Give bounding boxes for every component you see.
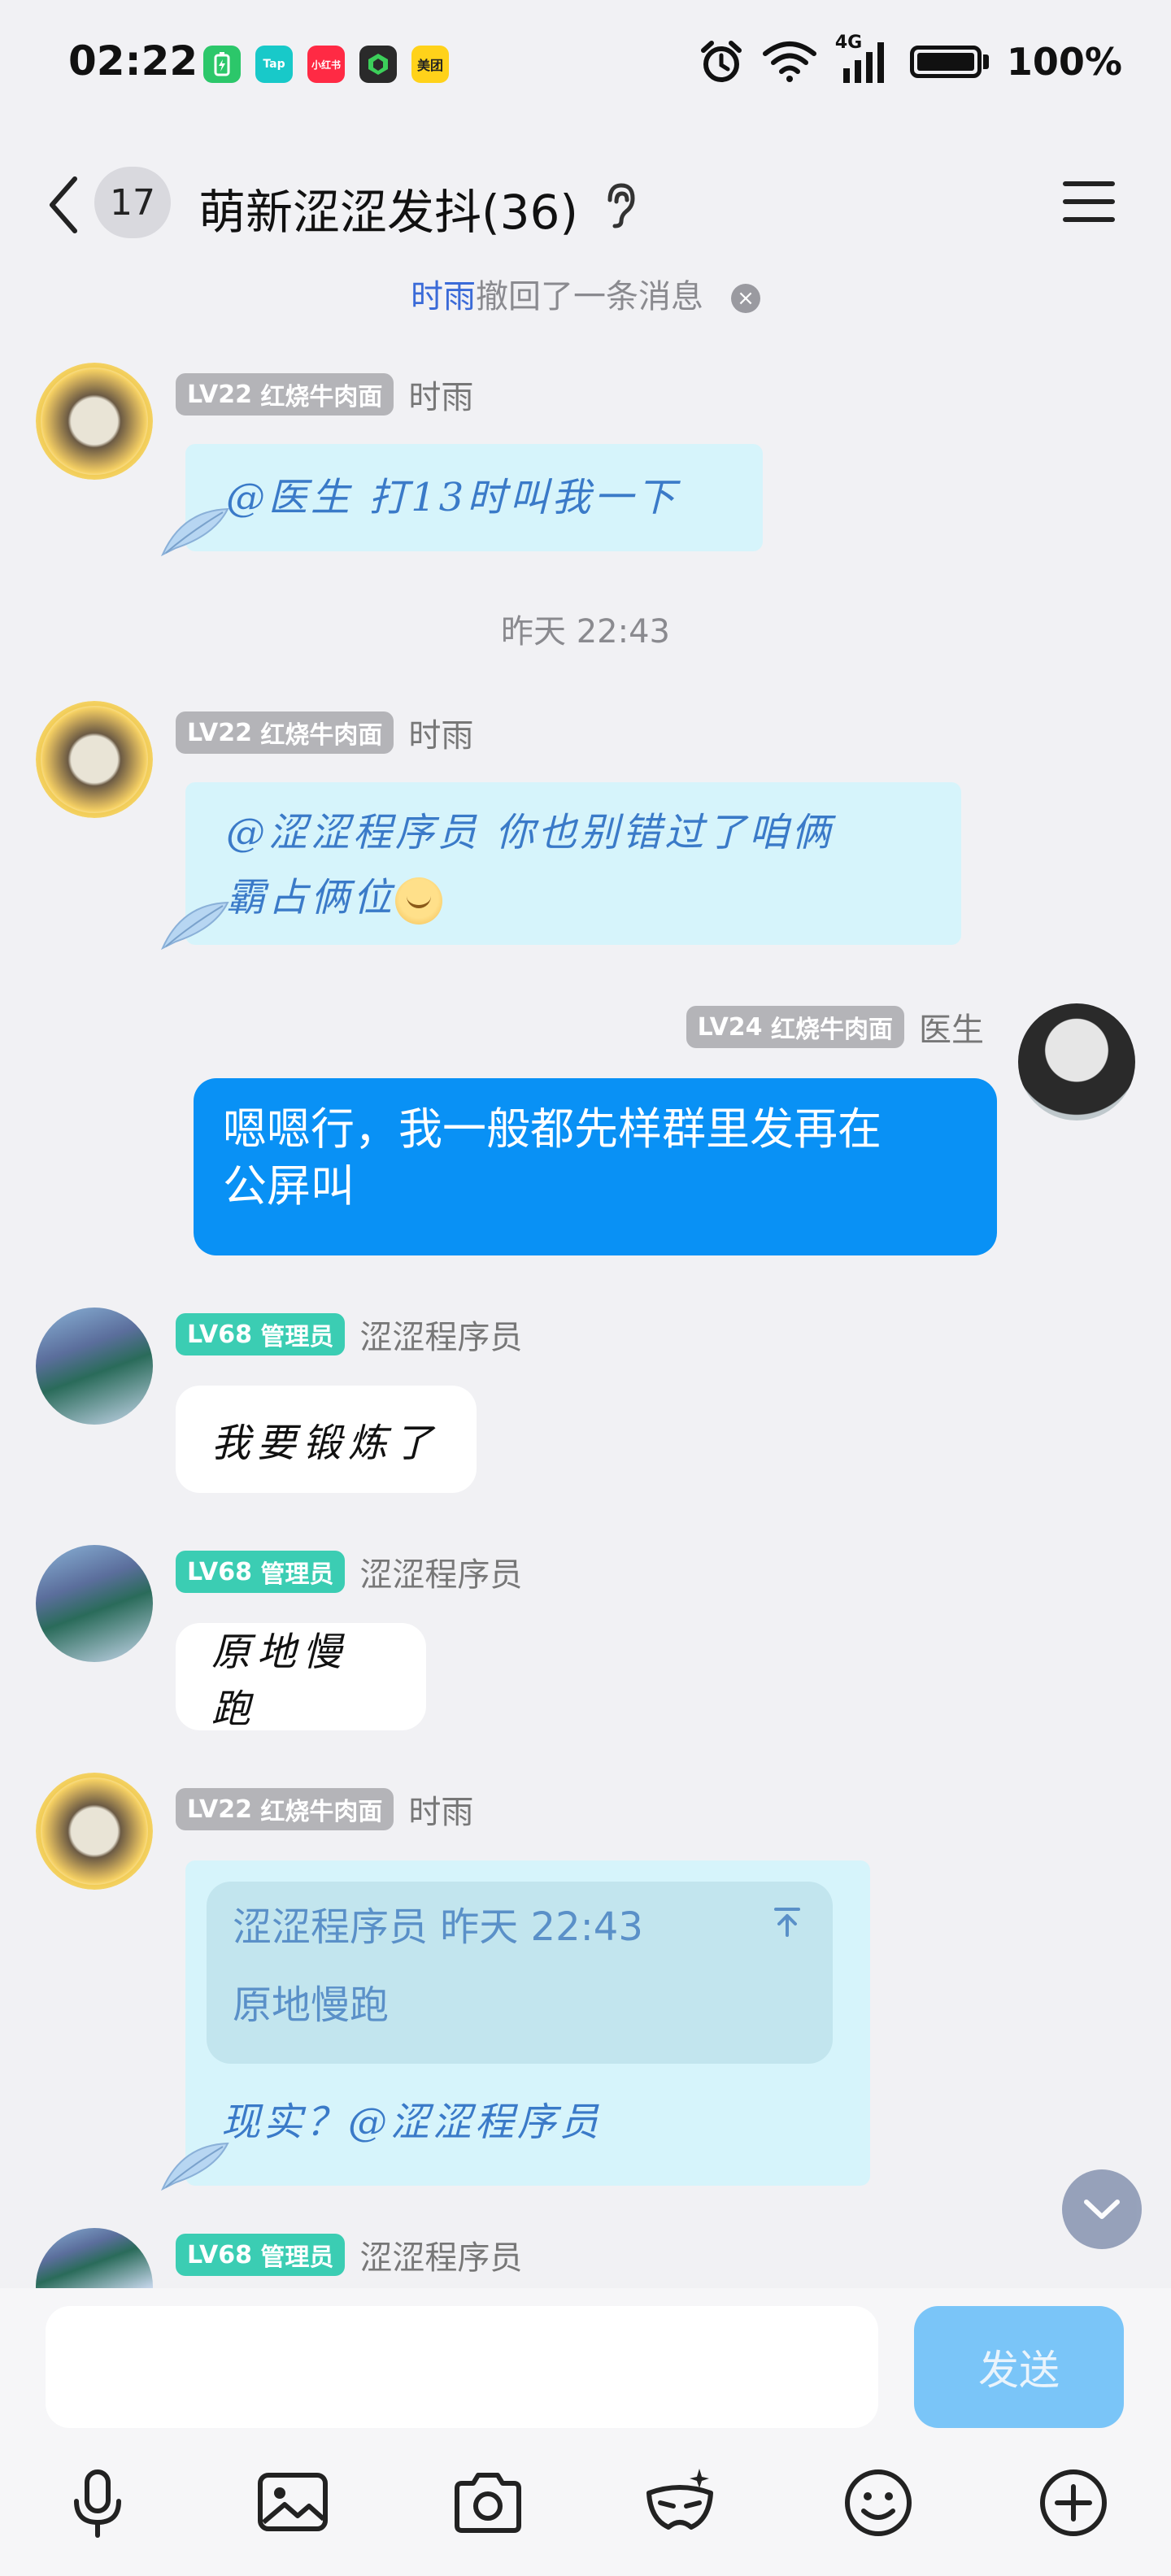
avatar[interactable] [36,363,153,480]
microphone-icon [74,2469,121,2538]
taptap-app-icon: Tap [255,46,293,83]
signal-icon [842,42,884,83]
sender-name[interactable]: 时雨 [408,709,473,756]
recall-text: 撤回了一条消息 [476,278,703,315]
smile-emoji-icon [395,877,443,925]
group-title[interactable]: 萌新涩涩发抖(36) [198,174,578,242]
avatar[interactable] [36,2228,153,2288]
avatar[interactable] [36,701,153,818]
voice-button[interactable] [59,2464,137,2542]
message-text-line: 嗯嗯行，我一般都先样群里发再在 [223,1103,882,1155]
ear-icon[interactable] [599,181,639,229]
close-icon[interactable]: × [731,284,760,313]
timestamp: 昨天 22:43 [501,613,670,651]
quote-text: 原地慢跑 [233,1982,390,2028]
sender-name[interactable]: 涩涩程序员 [359,1548,522,1595]
jump-up-icon[interactable] [771,1906,803,1939]
image-button[interactable] [254,2464,332,2542]
message-input[interactable] [46,2306,878,2428]
message-bubble[interactable]: @涩涩程序员 你也别错过了咱俩 霸占俩位 [160,782,961,951]
plus-circle-icon [1040,2469,1107,2536]
sender-name[interactable]: 医生 [919,1003,984,1051]
message-bubble[interactable]: 原地慢跑 [176,1623,426,1732]
meituan-app-icon: 美团 [411,46,449,83]
level-badge: LV68 管理员 [176,2234,346,2276]
back-icon[interactable] [42,172,88,237]
level-badge: LV68 管理员 [176,1551,346,1593]
battery-cap [982,54,989,69]
status-time: 02:22 [68,37,198,85]
chevron-down-icon [1084,2200,1120,2219]
quote-header: 涩涩程序员 昨天 22:43 [233,1904,643,1950]
message-text-line-2: 公屏叫 [223,1160,355,1212]
message-bubble[interactable]: 嗯嗯行，我一般都先样群里发再在 公屏叫 [194,1078,997,1255]
level-badge: LV24 红烧牛肉面 [686,1006,904,1048]
battery-group [909,46,989,78]
unread-count-badge[interactable]: 17 [94,167,171,238]
message-text: 原地慢跑 [211,1630,349,1732]
avatar[interactable] [36,1308,153,1425]
recall-notice: 时雨撤回了一条消息 × [0,270,1171,317]
message-bubble[interactable]: @医生 打13时叫我一下 [160,444,763,557]
avatar[interactable] [36,1773,153,1890]
quoted-message[interactable]: 涩涩程序员 昨天 22:43 原地慢跑 [207,1882,833,2064]
camera-icon [455,2473,521,2533]
emoji-icon [845,2469,912,2536]
shield-app-icon [359,46,397,83]
message-text: 我要锻炼了 [211,1421,440,1466]
scroll-to-bottom-button[interactable] [1062,2169,1142,2249]
level-badge: LV22 红烧牛肉面 [176,373,394,416]
level-badge: LV22 红烧牛肉面 [176,1788,394,1830]
sender-name[interactable]: 涩涩程序员 [359,1311,522,1358]
sender-row: LV24 红烧牛肉面 医生 [686,1003,984,1051]
camera-button[interactable] [449,2464,527,2542]
wifi-icon [762,41,816,82]
mask-icon [646,2469,713,2530]
message-text: @医生 打13时叫我一下 [226,475,679,520]
more-button[interactable] [1034,2464,1112,2542]
sender-name[interactable]: 时雨 [408,371,473,418]
sender-row: LV68 管理员 涩涩程序员 [176,2231,522,2278]
image-icon [258,2473,328,2531]
emoji-button[interactable] [839,2464,917,2542]
level-badge: LV68 管理员 [176,1313,346,1355]
battery-icon [909,46,982,78]
sender-row: LV22 红烧牛肉面 时雨 [176,371,473,418]
alarm-icon [700,41,742,82]
feather-decoration-icon [160,2142,229,2191]
recall-user[interactable]: 时雨 [411,278,476,315]
sender-row: LV68 管理员 涩涩程序员 [176,1548,522,1595]
avatar[interactable] [1018,1003,1135,1120]
xiaohongshu-app-icon: 小红书 [307,46,345,83]
menu-icon[interactable] [1062,179,1116,224]
status-right-group: 4G 100% [699,33,1122,85]
sender-row: LV22 红烧牛肉面 时雨 [176,709,473,756]
battery-saver-app-icon [203,46,241,83]
signal-group: 4G [835,33,892,85]
sender-row: LV22 红烧牛肉面 时雨 [176,1786,473,1833]
message-text: 现实？@涩涩程序员 [221,2100,603,2145]
feather-decoration-icon [160,507,229,557]
level-badge: LV22 红烧牛肉面 [176,711,394,754]
sender-row: LV68 管理员 涩涩程序员 [176,1311,522,1358]
feather-decoration-icon [160,901,229,951]
sender-name[interactable]: 涩涩程序员 [359,2231,522,2278]
message-bubble[interactable]: 我要锻炼了 [176,1386,477,1493]
send-button[interactable]: 发送 [914,2306,1124,2428]
message-bubble[interactable]: 涩涩程序员 昨天 22:43 原地慢跑 现实？@涩涩程序员 [160,1860,870,2191]
battery-percent: 100% [1006,40,1122,84]
message-text-line-2: 霸占俩位 [226,865,924,930]
message-text-line: @涩涩程序员 你也别错过了咱俩 [226,810,834,855]
mask-button[interactable] [641,2464,719,2542]
avatar[interactable] [36,1545,153,1662]
sender-name[interactable]: 时雨 [408,1786,473,1833]
